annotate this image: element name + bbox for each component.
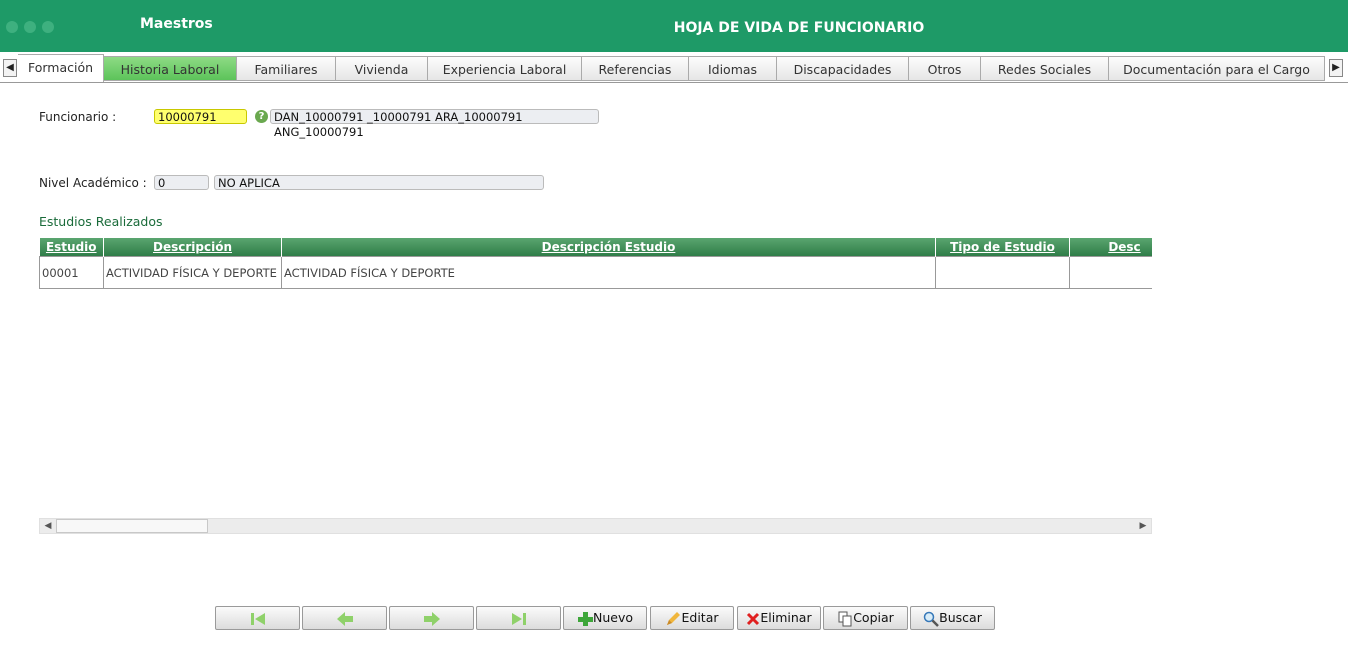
buscar-label: Buscar xyxy=(939,610,982,625)
eliminar-button[interactable]: Eliminar xyxy=(737,606,821,630)
last-icon xyxy=(511,612,526,625)
delete-x-icon xyxy=(747,612,760,625)
cell-descripcion: ACTIVIDAD FÍSICA Y DEPORTE xyxy=(103,256,282,289)
eliminar-label: Eliminar xyxy=(760,610,812,625)
editar-button[interactable]: Editar xyxy=(650,606,734,630)
column-header-descripcion-estudio[interactable]: Descripción Estudio xyxy=(281,238,936,257)
tab-discapacidades[interactable]: Discapacidades xyxy=(776,56,909,81)
nivel-academico-desc-field: NO APLICA xyxy=(214,175,544,190)
grid-header-row: Estudio Descripción Descripción Estudio … xyxy=(39,238,1152,257)
tab-otros[interactable]: Otros xyxy=(908,56,981,81)
cell-tipo-estudio xyxy=(935,256,1070,289)
column-header-tipo-estudio[interactable]: Tipo de Estudio xyxy=(935,238,1070,257)
column-header-desc[interactable]: Desc xyxy=(1069,238,1152,257)
funcionario-input[interactable]: 10000791 xyxy=(154,109,247,124)
buscar-button[interactable]: Buscar xyxy=(910,606,995,630)
next-record-button[interactable] xyxy=(389,606,474,630)
plus-icon xyxy=(577,611,593,626)
tab-vivienda[interactable]: Vivienda xyxy=(335,56,428,81)
funcionario-name-field: DAN_10000791 _10000791 ARA_10000791 ANG_… xyxy=(270,109,599,139)
pencil-icon xyxy=(667,611,681,625)
tab-documentacion-cargo[interactable]: Documentación para el Cargo xyxy=(1108,56,1325,81)
nivel-academico-code-input[interactable]: 0 xyxy=(154,175,209,190)
tab-bar: ◀ Formación Historia Laboral Familiares … xyxy=(0,54,1348,83)
tab-experiencia-laboral[interactable]: Experiencia Laboral xyxy=(427,56,582,81)
app-header: Maestros HOJA DE VIDA DE FUNCIONARIO xyxy=(0,0,1348,52)
funcionario-label: Funcionario : xyxy=(39,110,117,124)
table-row[interactable]: 00001 ACTIVIDAD FÍSICA Y DEPORTE ACTIVID… xyxy=(39,256,1152,289)
scrollbar-thumb[interactable] xyxy=(56,519,208,533)
first-icon xyxy=(250,612,265,625)
grid-horizontal-scrollbar[interactable]: ◀ ▶ xyxy=(39,518,1152,534)
tab-redes-sociales[interactable]: Redes Sociales xyxy=(980,56,1109,81)
page-title: HOJA DE VIDA DE FUNCIONARIO xyxy=(673,20,925,36)
previous-record-button[interactable] xyxy=(302,606,387,630)
column-header-descripcion[interactable]: Descripción xyxy=(103,238,282,257)
search-icon xyxy=(923,611,940,627)
copy-icon xyxy=(838,611,852,626)
copiar-button[interactable]: Copiar xyxy=(823,606,908,630)
tab-historia-laboral[interactable]: Historia Laboral xyxy=(103,56,237,81)
copiar-label: Copiar xyxy=(853,610,894,625)
nuevo-button[interactable]: Nuevo xyxy=(563,606,647,630)
nuevo-label: Nuevo xyxy=(592,610,633,625)
tab-idiomas[interactable]: Idiomas xyxy=(688,56,777,81)
cell-descripcion-estudio: ACTIVIDAD FÍSICA Y DEPORTE xyxy=(281,256,936,289)
tabs-scroll-left-icon[interactable]: ◀ xyxy=(3,59,17,77)
editar-label: Editar xyxy=(681,610,719,625)
scroll-left-icon[interactable]: ◀ xyxy=(41,520,55,532)
tabs-scroll-right-icon[interactable]: ▶ xyxy=(1329,59,1343,77)
tab-familiares[interactable]: Familiares xyxy=(236,56,336,81)
tab-formacion[interactable]: Formación xyxy=(18,54,104,82)
help-icon[interactable]: ? xyxy=(255,110,268,123)
section-title-estudios: Estudios Realizados xyxy=(39,214,163,229)
scroll-right-icon[interactable]: ▶ xyxy=(1136,520,1150,532)
cell-estudio: 00001 xyxy=(39,256,104,289)
tab-referencias[interactable]: Referencias xyxy=(581,56,689,81)
last-record-button[interactable] xyxy=(476,606,561,630)
cell-desc xyxy=(1069,256,1152,289)
column-header-estudio[interactable]: Estudio xyxy=(39,238,104,257)
arrow-right-icon xyxy=(423,611,440,626)
first-record-button[interactable] xyxy=(215,606,300,630)
estudios-grid: Estudio Descripción Descripción Estudio … xyxy=(39,238,1152,289)
nivel-academico-label: Nivel Académico : xyxy=(39,176,147,190)
arrow-left-icon xyxy=(336,611,353,626)
